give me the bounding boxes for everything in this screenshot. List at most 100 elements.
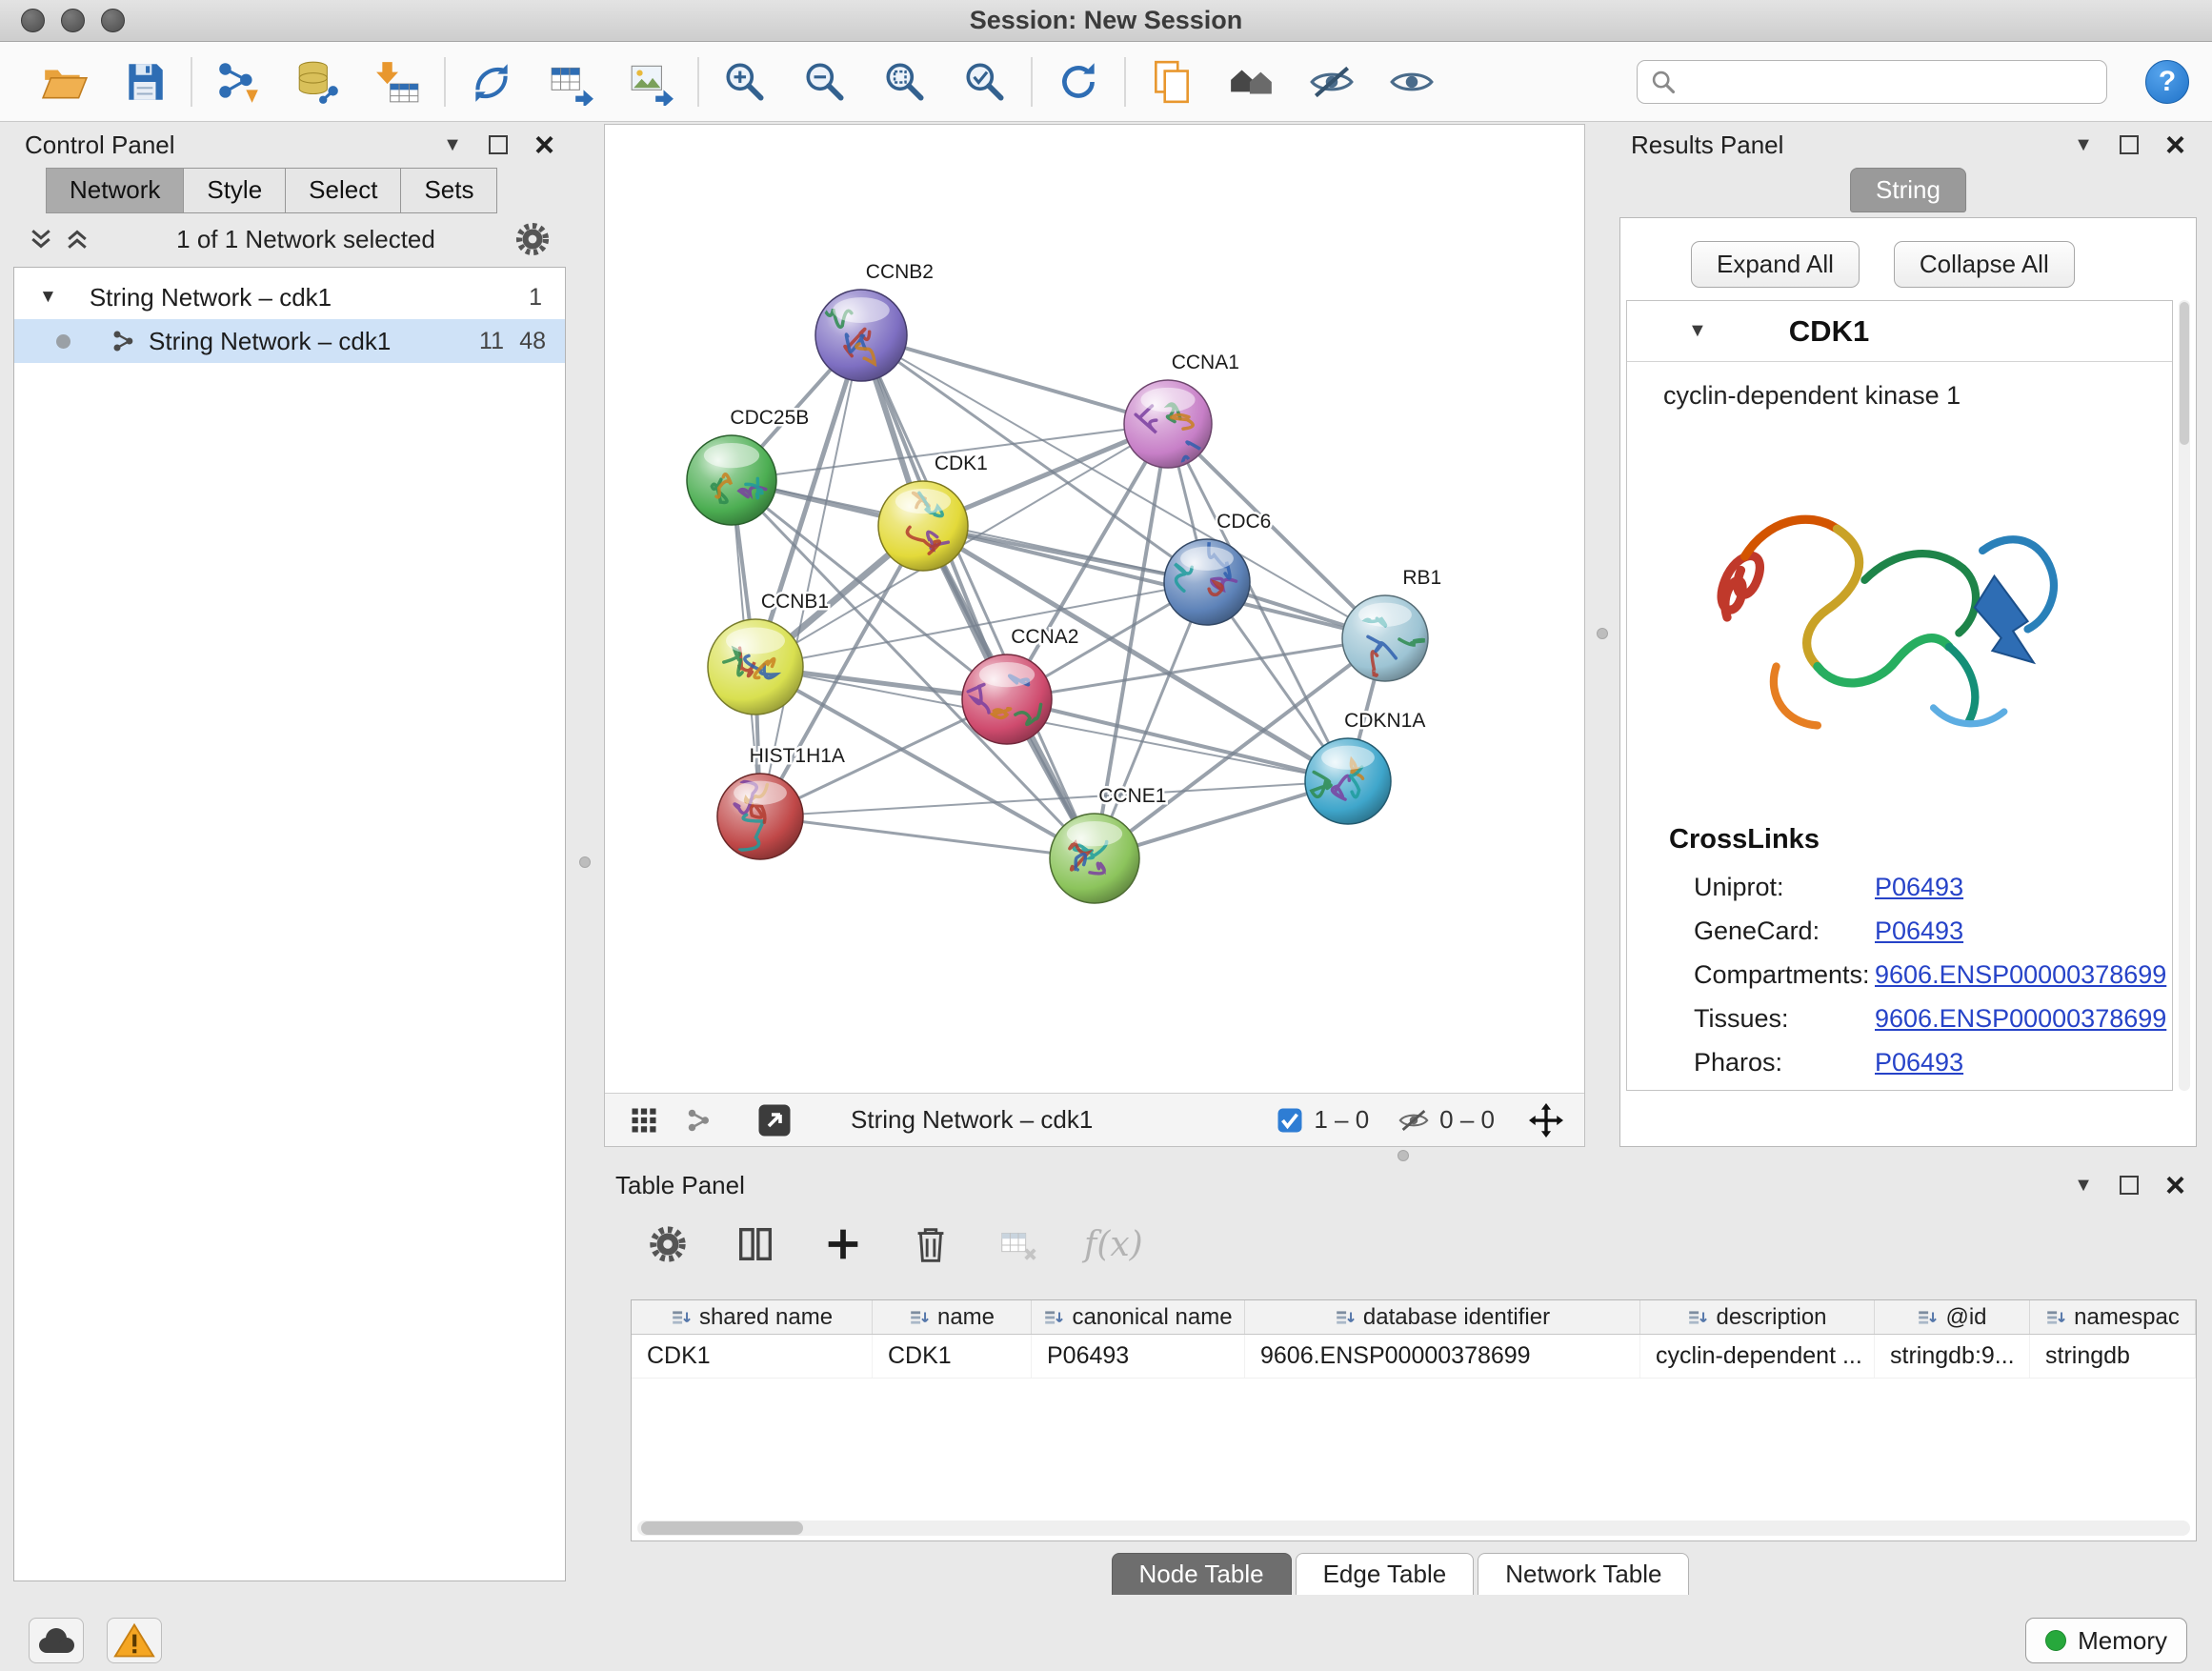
import-network-from-file-button[interactable]: [208, 51, 269, 112]
import-table-from-file-button[interactable]: [368, 51, 429, 112]
save-session-button[interactable]: [114, 51, 175, 112]
edge-CCNB2-CCNE1[interactable]: [861, 335, 1095, 858]
expand-all-icon[interactable]: [63, 225, 91, 253]
protein-collapse-icon[interactable]: ▼: [1688, 320, 1707, 342]
panel-collapse-icon[interactable]: ▼: [443, 134, 462, 156]
import-network-from-database-button[interactable]: [288, 51, 349, 112]
selected-checkbox-icon[interactable]: [1276, 1106, 1304, 1135]
network-row-selected[interactable]: String Network – cdk1 11 48: [14, 319, 565, 363]
network-collection-row[interactable]: ▼ String Network – cdk1 1: [14, 275, 565, 319]
navigator-icon[interactable]: [757, 1103, 792, 1137]
table-row[interactable]: CDK1CDK1P064939606.ENSP00000378699cyclin…: [632, 1335, 2196, 1379]
network-overview-icon[interactable]: [685, 1106, 714, 1135]
show-all-button[interactable]: [1381, 51, 1442, 112]
results-scrollbar[interactable]: [2179, 300, 2190, 1091]
cloud-services-button[interactable]: [29, 1618, 84, 1663]
panel-close-icon[interactable]: ×: [2165, 1176, 2185, 1195]
hide-selected-button[interactable]: [1301, 51, 1362, 112]
column-type-icon: [1917, 1307, 1938, 1328]
crosslink-value-link[interactable]: P06493: [1875, 1048, 1963, 1077]
show-columns-icon[interactable]: [734, 1222, 777, 1266]
table-cell[interactable]: 9606.ENSP00000378699: [1245, 1335, 1640, 1378]
panel-close-icon[interactable]: ×: [2165, 135, 2185, 154]
left-splitter-handle[interactable]: [579, 856, 591, 868]
pan-crosshair-icon[interactable]: [1529, 1103, 1563, 1137]
copy-annotation-button[interactable]: [1141, 51, 1202, 112]
table-tab-edge-table[interactable]: Edge Table: [1296, 1553, 1475, 1595]
bottom-splitter-handle[interactable]: [1398, 1150, 1409, 1161]
zoom-out-button[interactable]: [794, 51, 855, 112]
expand-all-button[interactable]: Expand All: [1691, 241, 1860, 288]
refresh-view-button[interactable]: [1048, 51, 1109, 112]
crosslink-value-link[interactable]: P06493: [1875, 916, 1963, 946]
open-session-button[interactable]: [34, 51, 95, 112]
table-cell[interactable]: CDK1: [873, 1335, 1032, 1378]
crosslink-value-link[interactable]: P06493: [1875, 873, 1963, 902]
edge-HIST1H1A-CCNE1[interactable]: [760, 816, 1095, 858]
help-button[interactable]: ?: [2145, 60, 2189, 104]
panel-float-icon[interactable]: [2120, 135, 2139, 154]
column-header-namespac[interactable]: namespac: [2030, 1300, 2196, 1334]
zoom-in-button[interactable]: [714, 51, 775, 112]
export-image-button[interactable]: [621, 51, 682, 112]
table-cell[interactable]: cyclin-dependent ...: [1640, 1335, 1875, 1378]
collapse-all-button[interactable]: Collapse All: [1894, 241, 2075, 288]
warnings-button[interactable]: [107, 1618, 162, 1663]
window-minimize-button[interactable]: [61, 9, 85, 32]
crosslink-value-link[interactable]: 9606.ENSP00000378699: [1875, 960, 2166, 990]
memory-button[interactable]: Memory: [2025, 1618, 2187, 1663]
houses-button[interactable]: [1221, 51, 1282, 112]
collapse-all-icon[interactable]: [27, 225, 55, 253]
new-network-from-selection-button[interactable]: [461, 51, 522, 112]
gear-icon[interactable]: [513, 219, 553, 259]
zoom-selected-button[interactable]: [955, 51, 1016, 112]
column-header-name[interactable]: name: [873, 1300, 1032, 1334]
panel-float-icon[interactable]: [2120, 1176, 2139, 1195]
search-input[interactable]: [1637, 60, 2107, 104]
network-node-CDKN1A[interactable]: CDKN1A: [1305, 710, 1425, 824]
panel-collapse-icon[interactable]: ▼: [2074, 1175, 2093, 1197]
column-header--id[interactable]: @id: [1875, 1300, 2030, 1334]
panel-float-icon[interactable]: [489, 135, 508, 154]
export-table-button[interactable]: [541, 51, 602, 112]
column-header-description[interactable]: description: [1640, 1300, 1875, 1334]
network-node-HIST1H1A[interactable]: HIST1H1A: [717, 745, 845, 859]
window-close-button[interactable]: [21, 9, 45, 32]
hidden-eye-slash-icon[interactable]: [1398, 1104, 1430, 1137]
column-header-database-identifier[interactable]: database identifier: [1245, 1300, 1640, 1334]
column-header-shared-name[interactable]: shared name: [632, 1300, 873, 1334]
control-panel-tab-sets[interactable]: Sets: [401, 168, 497, 213]
table-tab-node-table[interactable]: Node Table: [1112, 1553, 1292, 1595]
network-node-CDC25B[interactable]: CDC25B: [687, 407, 809, 525]
network-node-CCNB2[interactable]: CCNB2: [815, 261, 934, 381]
network-canvas[interactable]: CCNB2CCNA1CDC25BCDK1CDC6RB1CCNB1CCNA2CDK…: [605, 125, 1584, 1093]
edge-CCNB2-CCNA1[interactable]: [861, 335, 1168, 424]
table-cell[interactable]: CDK1: [632, 1335, 873, 1378]
table-tab-network-table[interactable]: Network Table: [1478, 1553, 1689, 1595]
table-settings-gear-icon[interactable]: [646, 1222, 690, 1266]
crosslink-value-link[interactable]: 9606.ENSP00000378699: [1875, 1004, 2166, 1034]
delete-column-trash-icon[interactable]: [909, 1222, 953, 1266]
create-column-plus-icon[interactable]: [821, 1222, 865, 1266]
network-node-CCNA1[interactable]: CCNA1: [1124, 352, 1239, 468]
window-zoom-button[interactable]: [101, 9, 125, 32]
column-header-canonical-name[interactable]: canonical name: [1032, 1300, 1245, 1334]
edge-CCNA2-CDKN1A[interactable]: [1007, 699, 1348, 781]
tree-expand-icon[interactable]: ▼: [39, 287, 57, 308]
table-horizontal-scrollbar[interactable]: [637, 1520, 2190, 1536]
table-cell[interactable]: P06493: [1032, 1335, 1245, 1378]
panel-close-icon[interactable]: ×: [534, 135, 554, 154]
zoom-fit-button[interactable]: [875, 51, 935, 112]
panel-collapse-icon[interactable]: ▼: [2074, 134, 2093, 156]
table-cell[interactable]: stringdb:9...: [1875, 1335, 2030, 1378]
results-tab-string[interactable]: String: [1850, 168, 1966, 212]
crosslink-label: Tissues:: [1694, 1004, 1875, 1034]
control-panel-tab-style[interactable]: Style: [184, 168, 286, 213]
right-splitter-handle[interactable]: [1597, 628, 1608, 639]
control-panel-tab-select[interactable]: Select: [286, 168, 401, 213]
crosslinks-list: Uniprot:P06493GeneCard:P06493Compartment…: [1627, 865, 2172, 1084]
grid-view-icon[interactable]: [630, 1106, 658, 1135]
network-node-RB1[interactable]: RB1: [1342, 567, 1441, 681]
table-cell[interactable]: stringdb: [2030, 1335, 2196, 1378]
control-panel-tab-network[interactable]: Network: [46, 168, 184, 213]
